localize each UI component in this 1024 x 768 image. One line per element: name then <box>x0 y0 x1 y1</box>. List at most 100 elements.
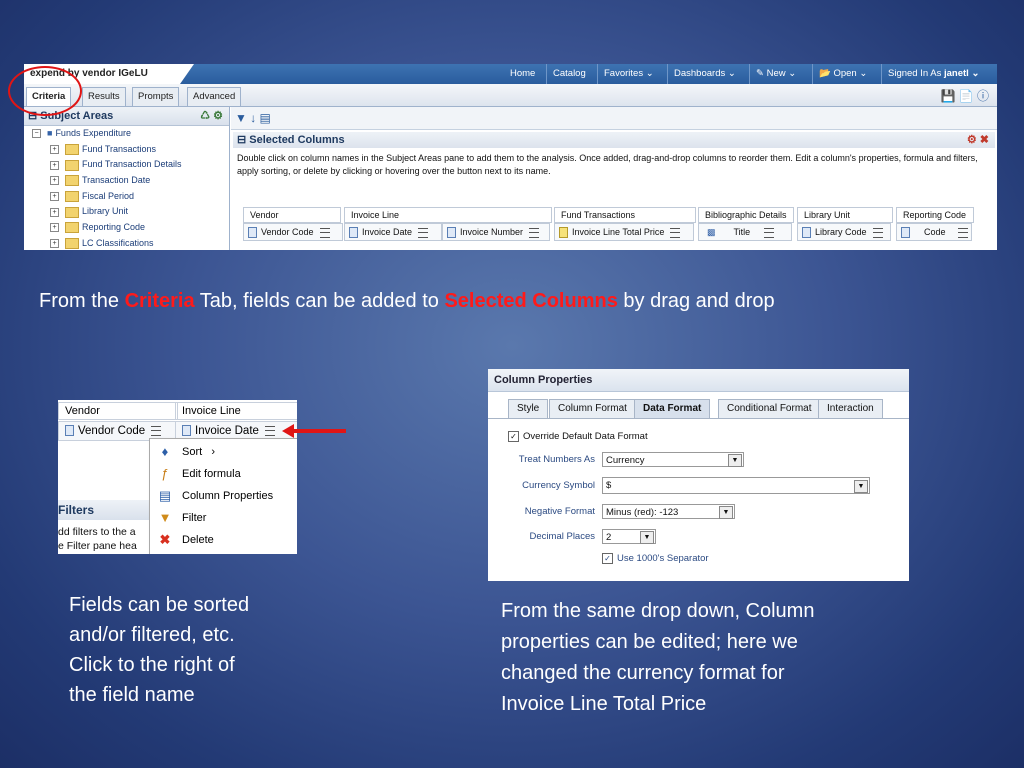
save-icons[interactable]: 💾 📄 ⓘ <box>940 87 989 104</box>
filter-icon: ▼ <box>158 510 172 525</box>
tree-item[interactable]: + Library Unit <box>24 204 229 220</box>
expand-icon[interactable]: + <box>50 144 59 154</box>
criteria-screenshot: expend by vendor IGeLU Home Catalog Favo… <box>24 64 997 250</box>
select-value: Minus (red): -123 <box>606 507 679 518</box>
column-invoice-date[interactable]: Invoice Date <box>344 223 442 241</box>
menu-item-filter[interactable]: ▼ Filter <box>150 507 297 529</box>
signed-in-label: Signed In As <box>888 68 942 79</box>
signed-in[interactable]: Signed In As janetl ⌄ <box>881 64 985 84</box>
nav-catalog[interactable]: Catalog <box>546 64 592 84</box>
column-menu-icon[interactable] <box>319 227 330 238</box>
caption-criteria: From the Criteria Tab, fields can be add… <box>39 290 775 313</box>
column-code[interactable]: Code <box>896 223 972 241</box>
column-vendor-code[interactable]: Vendor Code <box>243 223 343 241</box>
filters-title: Filters <box>58 503 95 517</box>
tree-item[interactable]: + Transaction Date <box>24 173 229 189</box>
nav-new[interactable]: ✎ New ⌄ <box>749 64 802 84</box>
dropdown-arrow-icon[interactable]: ▼ <box>728 454 742 467</box>
expand-icon[interactable]: + <box>50 207 59 217</box>
menu-item-delete[interactable]: ✖ Delete <box>150 529 297 551</box>
negative-format-select[interactable]: Minus (red): -123 ▼ <box>602 504 735 519</box>
nav-dashboards[interactable]: Dashboards ⌄ <box>667 64 742 84</box>
currency-symbol-select[interactable]: $ ▼ <box>602 477 870 494</box>
refresh-icon[interactable]: ♺ ⚙ <box>200 107 223 125</box>
tab-style[interactable]: Style <box>508 399 549 418</box>
column-menu-icon[interactable] <box>872 227 883 238</box>
column-label: Invoice Number <box>460 227 524 237</box>
group-vendor: Vendor <box>58 402 178 420</box>
tree-item-label: Transaction Date <box>82 175 151 186</box>
nav-open-label: Open ⌄ <box>833 68 868 79</box>
tab-data-format[interactable]: Data Format <box>634 399 711 418</box>
tab-results[interactable]: Results <box>82 87 126 106</box>
folder-icon <box>65 222 79 234</box>
group-reporting-code: Reporting Code <box>896 207 974 223</box>
thousands-separator-checkbox[interactable]: ✓ Use 1000's Separator <box>602 553 709 564</box>
tree-item[interactable]: + Fiscal Period <box>24 189 229 205</box>
column-invoice-number[interactable]: Invoice Number <box>442 223 550 241</box>
selected-columns-header: ⊟ Selected Columns ⚙ ✖ <box>233 132 995 148</box>
tab-column-format[interactable]: Column Format <box>549 399 636 418</box>
dropdown-arrow-icon[interactable]: ▼ <box>854 480 868 493</box>
column-icon <box>802 227 811 239</box>
column-title[interactable]: ▩ Title <box>698 223 792 241</box>
tree-root[interactable]: − ■ Funds Expenditure <box>24 126 229 142</box>
expand-icon[interactable]: + <box>50 191 59 201</box>
tree-item[interactable]: + Fund Transaction Details <box>24 157 229 173</box>
subject-areas-pane: ⊟ Subject Areas ♺ ⚙ − ■ Funds Expenditure … <box>24 107 230 250</box>
nav-favorites[interactable]: Favorites ⌄ <box>597 64 660 84</box>
column-menu-icon[interactable] <box>151 425 162 436</box>
book-icon: ▩ <box>707 227 716 237</box>
column-icon <box>447 227 456 239</box>
tab-prompts[interactable]: Prompts <box>132 87 180 106</box>
group-vendor: Vendor <box>243 207 341 223</box>
column-menu-icon[interactable] <box>529 227 540 238</box>
negative-format-label: Negative Format <box>524 506 595 517</box>
column-label: Invoice Date <box>362 227 413 237</box>
column-menu-icon[interactable] <box>670 227 681 238</box>
tab-divider <box>488 418 909 419</box>
separator-label: Use 1000's Separator <box>617 553 709 565</box>
folder-icon <box>65 190 79 202</box>
expand-icon[interactable]: + <box>50 160 59 170</box>
tab-conditional-format[interactable]: Conditional Format <box>718 399 821 418</box>
checkbox-checked-icon[interactable]: ✓ <box>508 431 519 442</box>
menu-item-edit-formula[interactable]: ƒ Edit formula <box>150 463 297 485</box>
tab-advanced[interactable]: Advanced <box>187 87 242 106</box>
expand-icon[interactable]: + <box>50 238 59 248</box>
column-menu-icon[interactable] <box>764 227 775 238</box>
column-menu-icon[interactable] <box>264 425 275 436</box>
column-library-code[interactable]: Library Code <box>797 223 891 241</box>
decimal-places-select[interactable]: 2 ▼ <box>602 529 656 544</box>
column-invoice-line-total-price[interactable]: Invoice Line Total Price <box>554 223 694 241</box>
tree-item[interactable]: + LC Classifications <box>24 236 229 250</box>
caption-line: Fields can be sorted <box>69 594 250 616</box>
nav-home[interactable]: Home <box>504 64 541 84</box>
filter-toolbar-icons[interactable]: ▼ ↓ ▤ <box>235 111 271 125</box>
tab-interaction[interactable]: Interaction <box>818 399 883 418</box>
dropdown-arrow-icon[interactable]: ▼ <box>719 506 733 519</box>
expand-icon[interactable]: + <box>50 176 59 186</box>
column-menu-icon[interactable] <box>418 227 429 238</box>
column-menu-icon[interactable] <box>957 227 968 238</box>
tree-item-label: Fund Transactions <box>82 143 157 154</box>
pointer-arrow-icon <box>282 424 346 438</box>
menu-item-column-properties[interactable]: ▤ Column Properties <box>150 485 297 507</box>
caption-highlight-criteria: Criteria <box>124 290 195 312</box>
new-icon: ✎ <box>756 68 767 79</box>
expand-icon[interactable]: + <box>50 223 59 233</box>
checkbox-checked-icon[interactable]: ✓ <box>602 553 613 564</box>
caption-line: the field name <box>69 684 195 706</box>
tree-item[interactable]: + Fund Transactions <box>24 142 229 158</box>
collapse-icon[interactable]: − <box>32 129 41 139</box>
override-default-checkbox[interactable]: ✓ Override Default Data Format <box>508 431 648 442</box>
dropdown-arrow-icon[interactable]: ▼ <box>640 531 654 544</box>
nav-open[interactable]: 📂 Open ⌄ <box>812 64 873 84</box>
column-icon <box>559 227 568 239</box>
remove-all-icon[interactable]: ⚙ ✖ <box>967 132 989 148</box>
tree-item[interactable]: + Reporting Code <box>24 220 229 236</box>
caption-text: Tab, fields can be added to <box>194 290 445 312</box>
tree-item-label: LC Classifications <box>82 237 154 248</box>
menu-item-sort[interactable]: ♦ Sort › <box>150 441 297 463</box>
treat-numbers-select[interactable]: Currency ▼ <box>602 452 744 467</box>
